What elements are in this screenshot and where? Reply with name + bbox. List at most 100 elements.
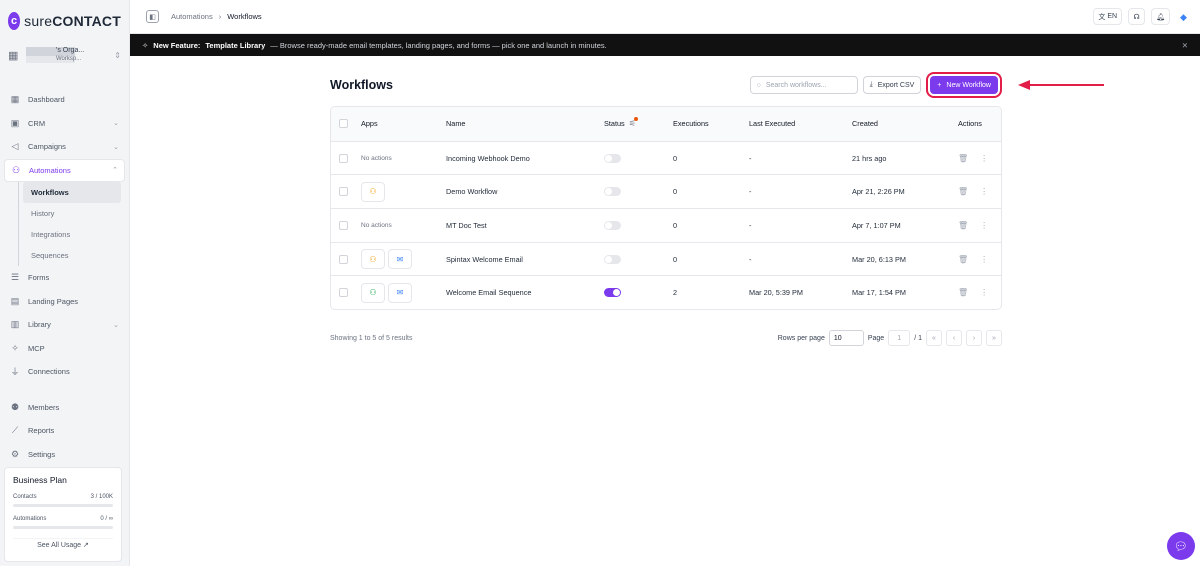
row-last-executed: -	[749, 220, 752, 230]
page-input[interactable]: 1	[888, 330, 911, 347]
row-name[interactable]: Incoming Webhook Demo	[446, 154, 604, 163]
dashboard-icon: ▦	[10, 94, 20, 105]
table-row[interactable]: ⚇ ✉ Welcome Email Sequence 2 Mar 20, 5:39…	[331, 275, 1001, 309]
nav-reports[interactable]: ⟋ Reports	[0, 419, 129, 443]
logo[interactable]: c sureCONTACT	[0, 0, 129, 34]
org-switcher[interactable]: ▦ 's Orga... Worksp... ⇕	[8, 42, 121, 68]
row-executions: 0	[673, 187, 678, 197]
more-vertical-icon[interactable]: ⋮	[980, 255, 988, 264]
row-checkbox[interactable]	[339, 220, 348, 230]
next-page-icon[interactable]: ›	[966, 330, 982, 347]
chat-icon[interactable]: 💬︎	[1167, 532, 1195, 560]
workflows-section: Workflows ○ Search workflows... ⤓ Export C…	[330, 72, 1002, 347]
nav-forms[interactable]: ☰ Forms	[0, 266, 129, 290]
nav-campaigns[interactable]: ◁ Campaigns ⌄	[0, 135, 129, 159]
more-vertical-icon[interactable]: ⋮	[980, 187, 988, 196]
nav-landing-pages[interactable]: ▤ Landing Pages	[0, 290, 129, 314]
more-vertical-icon[interactable]: ⋮	[980, 154, 988, 163]
table-row[interactable]: No actions Incoming Webhook Demo 0 - 21 …	[331, 140, 1001, 175]
row-last-executed: -	[749, 254, 752, 264]
automations-usage-bar	[13, 526, 113, 529]
table-row[interactable]: ⚇ Demo Workflow 0 - Apr 21, 2:26 PM 🗑︎ ⋮	[331, 174, 1001, 208]
row-name[interactable]: MT Doc Test	[446, 221, 604, 230]
sub-integrations[interactable]: Integrations	[23, 224, 129, 245]
status-toggle[interactable]	[604, 220, 621, 230]
status-toggle[interactable]	[604, 288, 621, 298]
sub-workflows[interactable]: Workflows	[23, 182, 121, 203]
breadcrumb-automations[interactable]: Automations	[171, 12, 213, 21]
trash-icon[interactable]: 🗑︎	[958, 221, 968, 230]
language-button[interactable]: 文 EN	[1093, 8, 1123, 25]
table-row[interactable]: No actions MT Doc Test 0 - Apr 7, 1:07 P…	[331, 208, 1001, 242]
new-workflow-button[interactable]: + New Workflow	[930, 76, 998, 94]
status-toggle[interactable]	[604, 153, 621, 163]
page-label: Page	[867, 334, 885, 342]
prev-page-icon[interactable]: ‹	[946, 330, 962, 347]
nav-settings[interactable]: ⚙ Settings	[0, 443, 129, 467]
trash-icon[interactable]: 🗑︎	[958, 288, 968, 297]
chevron-updown-icon: ⇕	[114, 50, 121, 60]
nav-landing-pages-label: Landing Pages	[28, 296, 79, 306]
mcp-icon: ✧	[11, 342, 19, 353]
see-all-usage-link[interactable]: See All Usage ↗	[13, 538, 113, 549]
plug-icon: ⏚	[10, 367, 20, 378]
rows-per-page-select[interactable]: 10	[828, 330, 864, 347]
row-checkbox[interactable]	[339, 254, 348, 264]
col-created: Created	[852, 119, 878, 129]
col-executions: Executions	[673, 119, 709, 129]
download-icon: ⤓	[869, 81, 873, 88]
close-icon[interactable]: ✕	[1182, 41, 1188, 50]
nav-automations[interactable]: ⚇ Automations ⌃	[4, 158, 125, 182]
status-toggle[interactable]	[604, 187, 621, 197]
col-apps: Apps	[361, 119, 378, 129]
support-button[interactable]: ☊	[1128, 8, 1146, 25]
row-name[interactable]: Spintax Welcome Email	[446, 255, 604, 264]
nav-crm[interactable]: ▣ CRM ⌄	[0, 112, 129, 136]
export-csv-button[interactable]: ⤓ Export CSV	[862, 76, 922, 94]
page-total: / 1	[914, 334, 922, 342]
org-workspace: Worksp...	[26, 55, 109, 63]
more-vertical-icon[interactable]: ⋮	[980, 221, 988, 230]
gem-icon[interactable]: ◆	[1180, 12, 1190, 22]
sub-history[interactable]: History	[23, 203, 129, 224]
nav-reports-label: Reports	[28, 426, 55, 436]
chevron-up-icon: ⌃	[112, 167, 118, 175]
nav-campaigns-label: Campaigns	[28, 142, 66, 152]
notifications-button[interactable]: 🔔︎	[1151, 8, 1170, 25]
nav-members[interactable]: ⚉ Members	[0, 396, 129, 420]
row-checkbox[interactable]	[339, 187, 348, 197]
banner-feature[interactable]: Template Library	[205, 41, 265, 50]
row-name[interactable]: Demo Workflow	[446, 187, 604, 196]
select-all-checkbox[interactable]	[339, 119, 348, 129]
automations-submenu: Workflows History Integrations Sequences	[18, 182, 129, 266]
sub-sequences[interactable]: Sequences	[23, 245, 129, 266]
table-row[interactable]: ⚇ ✉ Spintax Welcome Email 0 - Mar 20, 6:1…	[331, 241, 1001, 276]
chevron-down-icon: ⌄	[113, 143, 119, 151]
trash-icon[interactable]: 🗑︎	[958, 187, 968, 196]
nav-mcp-label: MCP	[28, 343, 45, 353]
sparkle-icon: ✧	[142, 40, 149, 50]
building-icon: ▦	[8, 50, 19, 62]
row-checkbox[interactable]	[339, 288, 348, 298]
nav-library[interactable]: ▥ Library ⌄	[0, 313, 129, 337]
filter-icon[interactable]: ⚟	[629, 117, 639, 128]
nav-dashboard[interactable]: ▦ Dashboard	[0, 88, 129, 112]
search-input[interactable]: ○ Search workflows...	[749, 76, 858, 94]
nav-connections[interactable]: ⏚ Connections	[0, 360, 129, 384]
plus-icon: +	[937, 81, 942, 89]
last-page-icon[interactable]: »	[986, 330, 1002, 347]
first-page-icon[interactable]: «	[926, 330, 942, 347]
results-count: Showing 1 to 5 of 5 results	[330, 334, 413, 342]
trash-icon[interactable]: 🗑︎	[958, 255, 968, 264]
status-toggle[interactable]	[604, 254, 621, 264]
row-name[interactable]: Welcome Email Sequence	[446, 288, 604, 297]
bell-icon: 🔔︎	[1156, 13, 1165, 21]
row-executions: 0	[673, 220, 678, 230]
trash-icon[interactable]: 🗑︎	[958, 154, 968, 163]
workflows-table: Apps Name Status ⚟ Executions Last Execut…	[330, 106, 1002, 311]
user-check-icon: ⚇	[361, 282, 385, 303]
row-checkbox[interactable]	[339, 153, 348, 163]
more-vertical-icon[interactable]: ⋮	[980, 288, 988, 297]
sidebar-toggle-icon[interactable]: ◧	[146, 10, 159, 23]
nav-mcp[interactable]: ✧ MCP	[0, 337, 129, 361]
